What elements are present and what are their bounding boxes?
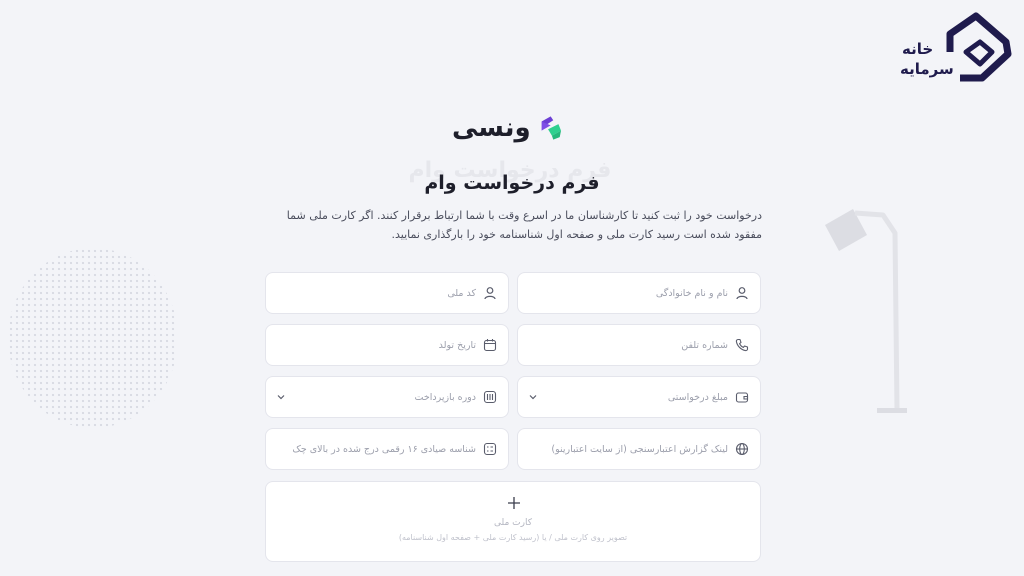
birth-date-field[interactable]: تاریخ تولد — [265, 324, 509, 366]
form-description: درخواست خود را ثبت کنید تا کارشناسان ما … — [286, 209, 762, 241]
loan-amount-label: مبلغ درخواستی — [667, 391, 728, 403]
lamp-illustration — [825, 209, 907, 413]
chevron-down-icon — [277, 395, 285, 400]
wallet-icon — [734, 389, 750, 405]
dot-pattern-decoration — [8, 248, 178, 428]
phone-label: شماره تلفن — [681, 339, 728, 351]
phone-field[interactable]: شماره تلفن — [517, 324, 761, 366]
chevron-down-icon — [529, 395, 537, 400]
globe-icon — [734, 441, 750, 457]
birth-date-label: تاریخ تولد — [438, 339, 476, 351]
calendar-icon — [482, 337, 498, 353]
sayad-id-label: شناسه صیادی ۱۶ رقمی درج شده در بالای چک — [292, 443, 476, 455]
brand-name: ونسی — [452, 113, 531, 143]
user-icon — [734, 285, 750, 301]
national-card-upload[interactable]: کارت ملی تصویر روی کارت ملی / یا (رسید ک… — [265, 481, 761, 562]
full-name-label: نام و نام خانوادگی — [655, 287, 728, 299]
repayment-period-select[interactable]: دوره بازپرداخت — [265, 376, 509, 418]
upload-hint: تصویر روی کارت ملی / یا (رسید کارت ملی +… — [398, 533, 628, 542]
national-code-label: کد ملی — [447, 287, 476, 299]
credit-report-link-field[interactable]: لینک گزارش اعتبارسنجی (از سایت اعتبارینو… — [517, 428, 761, 470]
corner-logo: خانه سرمایه — [896, 12, 1012, 84]
full-name-field[interactable]: نام و نام خانوادگی — [517, 272, 761, 314]
plus-icon — [508, 497, 520, 509]
credit-report-link-label: لینک گزارش اعتبارسنجی (از سایت اعتبارینو… — [551, 443, 728, 455]
loan-amount-select[interactable]: مبلغ درخواستی — [517, 376, 761, 418]
upload-title: کارت ملی — [493, 518, 532, 528]
user-icon — [482, 285, 498, 301]
national-code-field[interactable]: کد ملی — [265, 272, 509, 314]
brand-logo-icon — [541, 116, 561, 140]
form-title: فرم درخواست وام — [424, 172, 600, 194]
checklist-icon — [482, 441, 498, 457]
brand-header: ونسی — [452, 106, 562, 150]
corner-brand-line1: خانه — [902, 40, 933, 58]
repayment-period-label: دوره بازپرداخت — [414, 391, 477, 403]
sliders-icon — [482, 389, 498, 405]
corner-brand-line2: سرمایه — [900, 60, 954, 78]
sayad-id-field[interactable]: شناسه صیادی ۱۶ رقمی درج شده در بالای چک — [265, 428, 509, 470]
phone-icon — [734, 337, 750, 353]
